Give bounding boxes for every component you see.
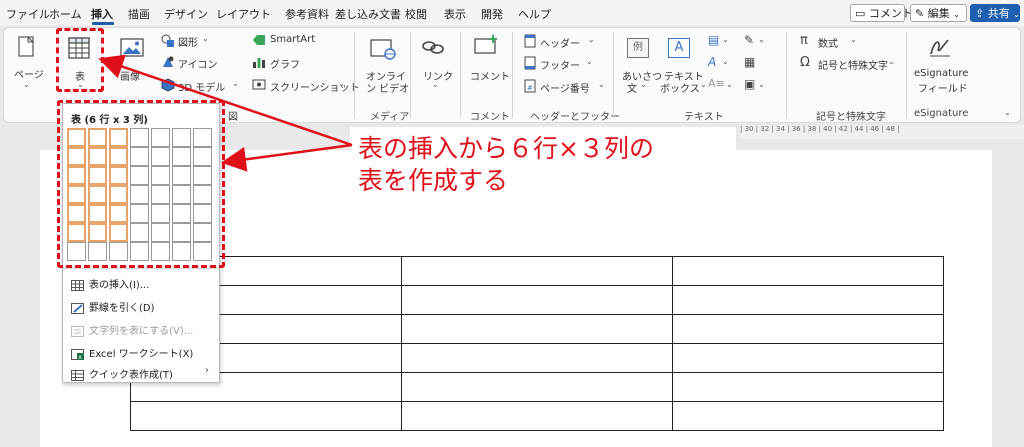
annotation-arrows — [98, 54, 353, 172]
arrow-to-table-button — [98, 54, 353, 147]
arrow-to-grid — [221, 143, 353, 172]
